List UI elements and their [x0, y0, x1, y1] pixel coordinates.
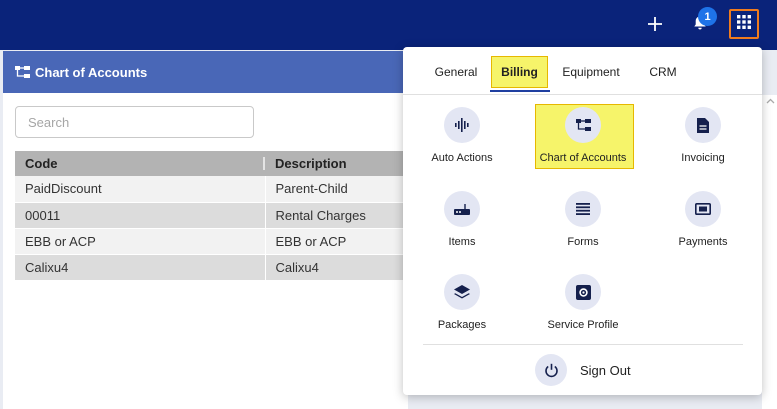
hierarchy-icon	[15, 65, 30, 79]
apps-grid-icon	[737, 14, 751, 34]
menu-item-label: Packages	[437, 319, 487, 331]
code-cell: PaidDiscount	[15, 176, 266, 203]
description-cell: EBB or ACP	[265, 228, 408, 255]
menu-item-payments[interactable]: Payments	[648, 191, 758, 261]
menu-item-packages[interactable]: Packages	[407, 274, 517, 344]
notification-badge: 1	[698, 7, 717, 26]
table-row[interactable]: EBB or ACP EBB or ACP	[15, 228, 408, 255]
plus-icon	[647, 14, 663, 36]
side-panel-edge	[762, 95, 777, 409]
table-row[interactable]: PaidDiscount Parent-Child	[15, 176, 408, 203]
active-tab-indicator	[490, 90, 550, 92]
panel-header: Chart of Accounts	[3, 51, 408, 93]
collapse-chevron-icon[interactable]	[766, 96, 775, 107]
menu-item-chart-of-accounts[interactable]: Chart of Accounts	[528, 107, 638, 177]
tab-billing[interactable]: Billing	[491, 56, 548, 88]
tab-crm[interactable]: CRM	[643, 56, 683, 88]
menu-item-label: Service Profile	[547, 319, 619, 331]
code-cell: Calixu4	[15, 254, 266, 281]
settings-gear-icon	[565, 274, 601, 310]
search-input[interactable]	[15, 106, 254, 138]
apps-dropdown-menu: General Billing Equipment CRM Auto Actio…	[403, 47, 762, 395]
panel-title: Chart of Accounts	[35, 64, 148, 80]
menu-tabs: General Billing Equipment CRM	[403, 47, 762, 95]
menu-item-service-profile[interactable]: Service Profile	[528, 274, 638, 344]
description-cell: Calixu4	[265, 254, 408, 281]
column-header-description[interactable]: Description	[265, 151, 408, 176]
chart-of-accounts-panel: Chart of Accounts Code Description PaidD…	[3, 51, 408, 409]
menu-item-items[interactable]: Items	[407, 191, 517, 261]
column-header-code[interactable]: Code	[15, 151, 265, 176]
code-cell: EBB or ACP	[15, 228, 266, 255]
audio-wave-icon	[444, 107, 480, 143]
menu-item-label: Items	[448, 236, 476, 248]
layers-icon	[444, 274, 480, 310]
menu-divider	[423, 344, 743, 345]
table-row[interactable]: 00011 Rental Charges	[15, 202, 408, 229]
description-cell: Rental Charges	[265, 202, 408, 229]
accounts-table: Code Description PaidDiscount Parent-Chi…	[15, 151, 408, 281]
hierarchy-icon	[565, 107, 601, 143]
table-row[interactable]: Calixu4 Calixu4	[15, 254, 408, 281]
menu-item-auto-actions[interactable]: Auto Actions	[407, 107, 517, 177]
menu-item-invoicing[interactable]: Invoicing	[648, 107, 758, 177]
menu-item-forms[interactable]: Forms	[528, 191, 638, 261]
description-cell: Parent-Child	[265, 176, 408, 203]
sign-out-button[interactable]: Sign Out	[535, 354, 631, 386]
add-button[interactable]	[641, 11, 669, 39]
menu-item-label: Payments	[678, 236, 728, 248]
code-cell: 00011	[15, 202, 266, 229]
menu-item-label: Chart of Accounts	[539, 152, 627, 164]
list-lines-icon	[565, 191, 601, 227]
payment-card-icon	[685, 191, 721, 227]
power-icon	[535, 354, 567, 386]
menu-item-label: Auto Actions	[431, 152, 493, 164]
tab-general[interactable]: General	[428, 56, 484, 88]
top-bar: 1	[0, 0, 777, 50]
router-icon	[444, 191, 480, 227]
apps-menu-button[interactable]	[729, 9, 759, 39]
sign-out-label: Sign Out	[580, 362, 631, 378]
tab-equipment[interactable]: Equipment	[557, 56, 625, 88]
invoice-document-icon	[685, 107, 721, 143]
menu-item-label: Forms	[567, 236, 599, 248]
menu-item-label: Invoicing	[681, 152, 725, 164]
